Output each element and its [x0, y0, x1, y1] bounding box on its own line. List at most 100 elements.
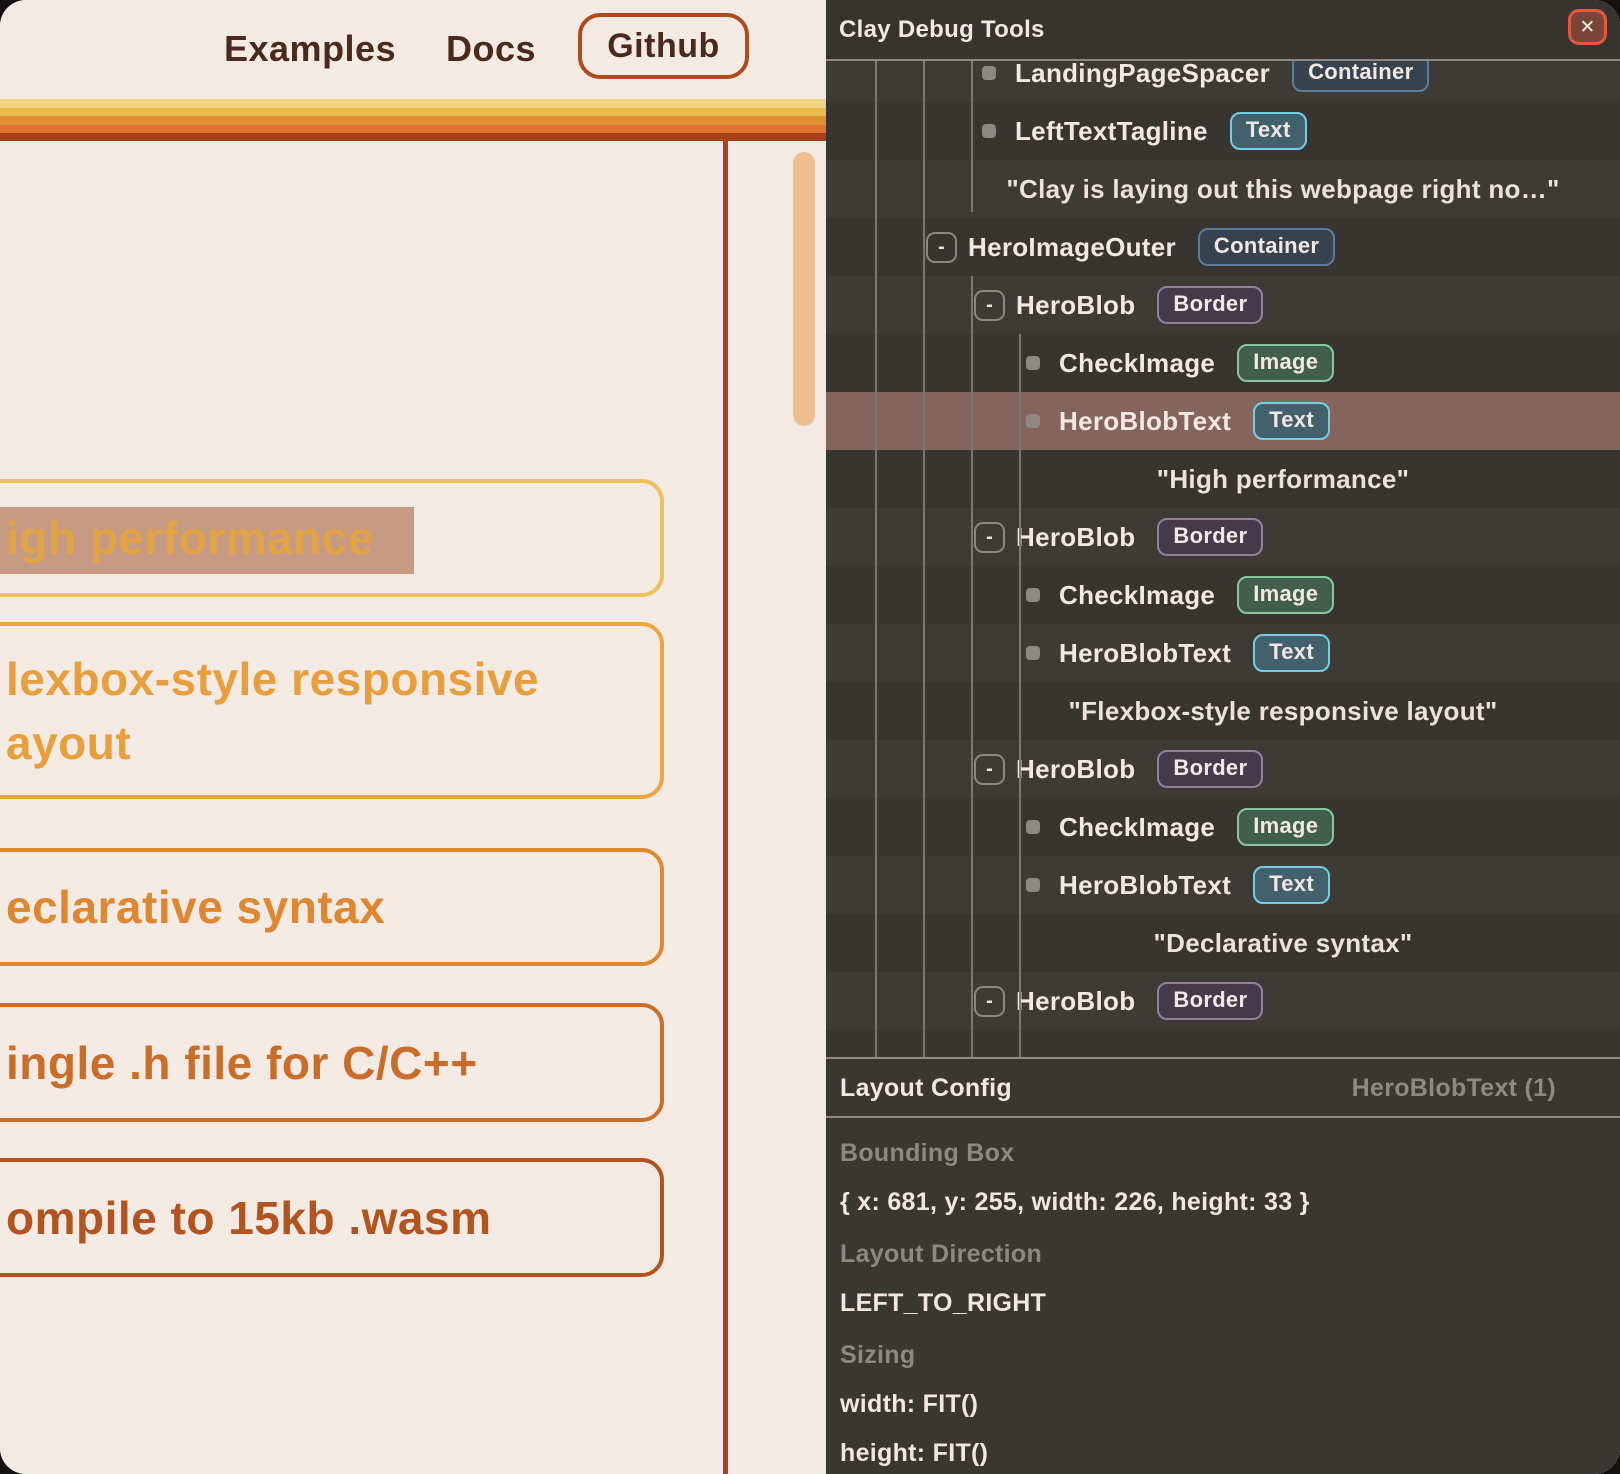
github-button-label: Github	[607, 27, 720, 66]
tree-row[interactable]: HeroBlobText Text	[826, 856, 1620, 914]
hero-blob-single-header: ingle .h file for C/C++	[0, 1003, 664, 1122]
bullet-icon	[1026, 878, 1040, 892]
stripe-dark-orange	[0, 125, 826, 133]
tree-row[interactable]: - HeroBlob Border	[826, 740, 1620, 798]
nav-link-docs[interactable]: Docs	[446, 28, 536, 70]
tree-row[interactable]: HeroBlobText Text	[826, 624, 1620, 682]
indent-guide-line	[923, 61, 925, 1057]
tree-node-name: HeroBlobText	[1059, 638, 1231, 669]
layout-direction-value: LEFT_TO_RIGHT	[840, 1289, 1046, 1318]
type-badge-image: Image	[1237, 808, 1334, 846]
hero-blob-flexbox: lexbox-style responsive ayout	[0, 622, 664, 799]
close-icon: ✕	[1580, 16, 1596, 39]
type-badge-image: Image	[1237, 576, 1334, 614]
layout-config-title: Layout Config	[840, 1074, 1012, 1103]
tree-node-name: CheckImage	[1059, 812, 1215, 843]
tree-node-name: HeroBlobText	[1059, 870, 1231, 901]
hero-blob-high-performance: igh performance	[0, 479, 664, 597]
collapse-button[interactable]: -	[926, 232, 957, 263]
hero-blob-text: igh performance	[6, 506, 660, 570]
tree-node-name: HeroBlob	[1016, 522, 1135, 553]
collapse-button[interactable]: -	[974, 522, 1005, 553]
page-scrollbar-thumb[interactable]	[793, 152, 815, 426]
hero-blob-text: eclarative syntax	[6, 875, 660, 939]
tree-row-selected[interactable]: HeroBlobText Text	[826, 392, 1620, 450]
tree-row[interactable]: LandingPageSpacer Container	[826, 61, 1620, 102]
tree-row-text-content[interactable]: "Flexbox-style responsive layout"	[826, 682, 1620, 740]
stripe-gold	[0, 108, 826, 116]
hero-blob-text: ayout	[6, 711, 660, 775]
type-badge-border: Border	[1157, 286, 1263, 324]
text-content: "High performance"	[1157, 464, 1410, 495]
bullet-icon	[1026, 646, 1040, 660]
close-button[interactable]: ✕	[1568, 9, 1607, 45]
type-badge-image: Image	[1237, 344, 1334, 382]
tree-row[interactable]: LeftTextTagline Text	[826, 102, 1620, 160]
layout-config-bar: Layout Config HeroBlobText (1)	[826, 1057, 1620, 1118]
tree-node-name: LeftTextTagline	[1015, 116, 1208, 147]
minus-icon: -	[986, 991, 993, 1011]
bullet-icon	[1026, 356, 1040, 370]
selected-element-label: HeroBlobText (1)	[1352, 1074, 1556, 1103]
website-page: Examples Docs Github igh performance lex…	[0, 0, 826, 1474]
bullet-icon	[1026, 588, 1040, 602]
tree-row[interactable]: CheckImage Image	[826, 798, 1620, 856]
indent-guide-line	[971, 61, 973, 212]
bullet-icon	[982, 66, 996, 80]
tree-node-name: HeroBlob	[1016, 290, 1135, 321]
sizing-height-value: height: FIT()	[840, 1439, 988, 1468]
tree-row[interactable]: - HeroBlob Border	[826, 972, 1620, 1030]
tree-node-name: CheckImage	[1059, 348, 1215, 379]
tree-row-text-content[interactable]: "Declarative syntax"	[826, 914, 1620, 972]
debug-panel-title: Clay Debug Tools	[839, 16, 1045, 44]
hero-blob-wasm: ompile to 15kb .wasm	[0, 1158, 664, 1277]
element-tree: LandingPageSpacer Container LeftTextTagl…	[826, 61, 1620, 1057]
stripe-rust	[0, 133, 826, 141]
minus-icon: -	[986, 527, 993, 547]
sizing-width-value: width: FIT()	[840, 1390, 978, 1419]
type-badge-text: Text	[1253, 866, 1330, 904]
bullet-icon	[1026, 820, 1040, 834]
tree-row-text-content[interactable]: "High performance"	[826, 450, 1620, 508]
hero-blob-text: ompile to 15kb .wasm	[6, 1186, 660, 1250]
header-stripes	[0, 99, 826, 141]
indent-guide-line	[875, 61, 877, 1057]
tree-row[interactable]: - HeroBlob Border	[826, 508, 1620, 566]
tree-node-name: HeroImageOuter	[968, 232, 1176, 263]
text-content: "Clay is laying out this webpage right n…	[1006, 174, 1559, 205]
tree-node-name: CheckImage	[1059, 580, 1215, 611]
github-button[interactable]: Github	[578, 13, 749, 79]
tree-node-name: HeroBlob	[1016, 754, 1135, 785]
minus-icon: -	[938, 237, 945, 257]
hero-blob-text: lexbox-style responsive	[6, 647, 660, 711]
tree-row[interactable]: CheckImage Image	[826, 566, 1620, 624]
indent-guide-line	[1019, 334, 1021, 1057]
type-badge-container: Container	[1292, 61, 1429, 92]
bullet-icon	[982, 124, 996, 138]
type-badge-text: Text	[1230, 112, 1307, 150]
tree-row[interactable]: - HeroImageOuter Container	[826, 218, 1620, 276]
tree-node-name: HeroBlobText	[1059, 406, 1231, 437]
tree-row	[826, 1030, 1620, 1057]
tree-row[interactable]: - HeroBlob Border	[826, 276, 1620, 334]
bounding-box-value: { x: 681, y: 255, width: 226, height: 33…	[840, 1188, 1310, 1217]
collapse-button[interactable]: -	[974, 754, 1005, 785]
type-badge-container: Container	[1198, 228, 1335, 266]
collapse-button[interactable]: -	[974, 290, 1005, 321]
clay-website-screen: Examples Docs Github igh performance lex…	[0, 0, 1620, 1474]
indent-guide-line	[971, 276, 973, 1057]
minus-icon: -	[986, 759, 993, 779]
hero-blob-declarative: eclarative syntax	[0, 848, 664, 966]
collapse-button[interactable]: -	[974, 986, 1005, 1017]
sizing-label: Sizing	[840, 1341, 915, 1370]
tree-row-text-content[interactable]: "Clay is laying out this webpage right n…	[826, 160, 1620, 218]
tree-row[interactable]: CheckImage Image	[826, 334, 1620, 392]
stripe-orange	[0, 116, 826, 125]
debug-panel-header: Clay Debug Tools ✕	[826, 0, 1620, 61]
type-badge-border: Border	[1157, 982, 1263, 1020]
content-right-divider	[723, 141, 728, 1474]
nav-link-examples[interactable]: Examples	[224, 28, 396, 70]
hero-blob-text: ingle .h file for C/C++	[6, 1031, 660, 1095]
text-content: "Declarative syntax"	[1153, 928, 1412, 959]
tree-node-name: HeroBlob	[1016, 986, 1135, 1017]
